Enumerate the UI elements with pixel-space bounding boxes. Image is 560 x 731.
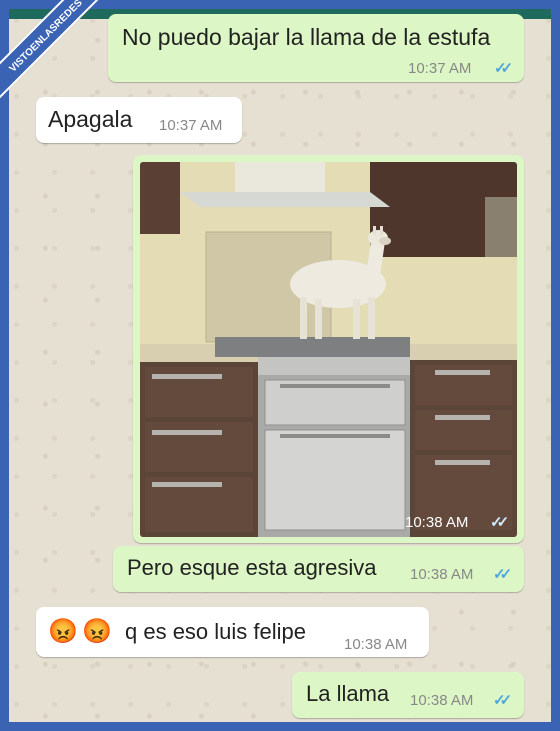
read-ticks-icon: ✓✓ <box>493 692 512 709</box>
message-text: Apagala <box>48 106 133 132</box>
angry-face-icon: 😡 <box>82 618 112 645</box>
message-bubble-outgoing[interactable]: La llama 10:38 AM ✓✓ <box>292 672 524 718</box>
read-ticks-icon: ✓✓ <box>494 60 513 77</box>
message-time: 10:38 AM <box>410 566 474 583</box>
read-ticks-icon: ✓✓ <box>490 514 509 531</box>
message-time: 10:38 AM <box>405 514 469 531</box>
message-photo[interactable] <box>140 162 517 537</box>
angry-face-icon: 😡 <box>48 618 78 645</box>
message-text: Pero esque esta agresiva <box>127 555 377 580</box>
message-time: 10:38 AM <box>344 636 408 653</box>
message-time: 10:38 AM <box>410 692 474 709</box>
message-bubble-incoming[interactable]: Apagala 10:37 AM <box>36 97 242 143</box>
message-bubble-incoming[interactable]: 😡 😡 q es eso luis felipe 10:38 AM <box>36 607 429 657</box>
message-time: 10:37 AM <box>408 60 472 77</box>
llama-stove-photo <box>140 162 517 537</box>
read-ticks-icon: ✓✓ <box>493 566 512 583</box>
message-text: No puedo bajar la llama de la estufa <box>122 24 491 50</box>
message-bubble-outgoing[interactable]: Pero esque esta agresiva 10:38 AM ✓✓ <box>113 546 524 592</box>
message-text: q es eso luis felipe <box>125 619 306 644</box>
message-bubble-outgoing[interactable]: No puedo bajar la llama de la estufa 10:… <box>108 14 524 82</box>
message-text: La llama <box>306 681 390 706</box>
message-time: 10:37 AM <box>159 117 223 134</box>
